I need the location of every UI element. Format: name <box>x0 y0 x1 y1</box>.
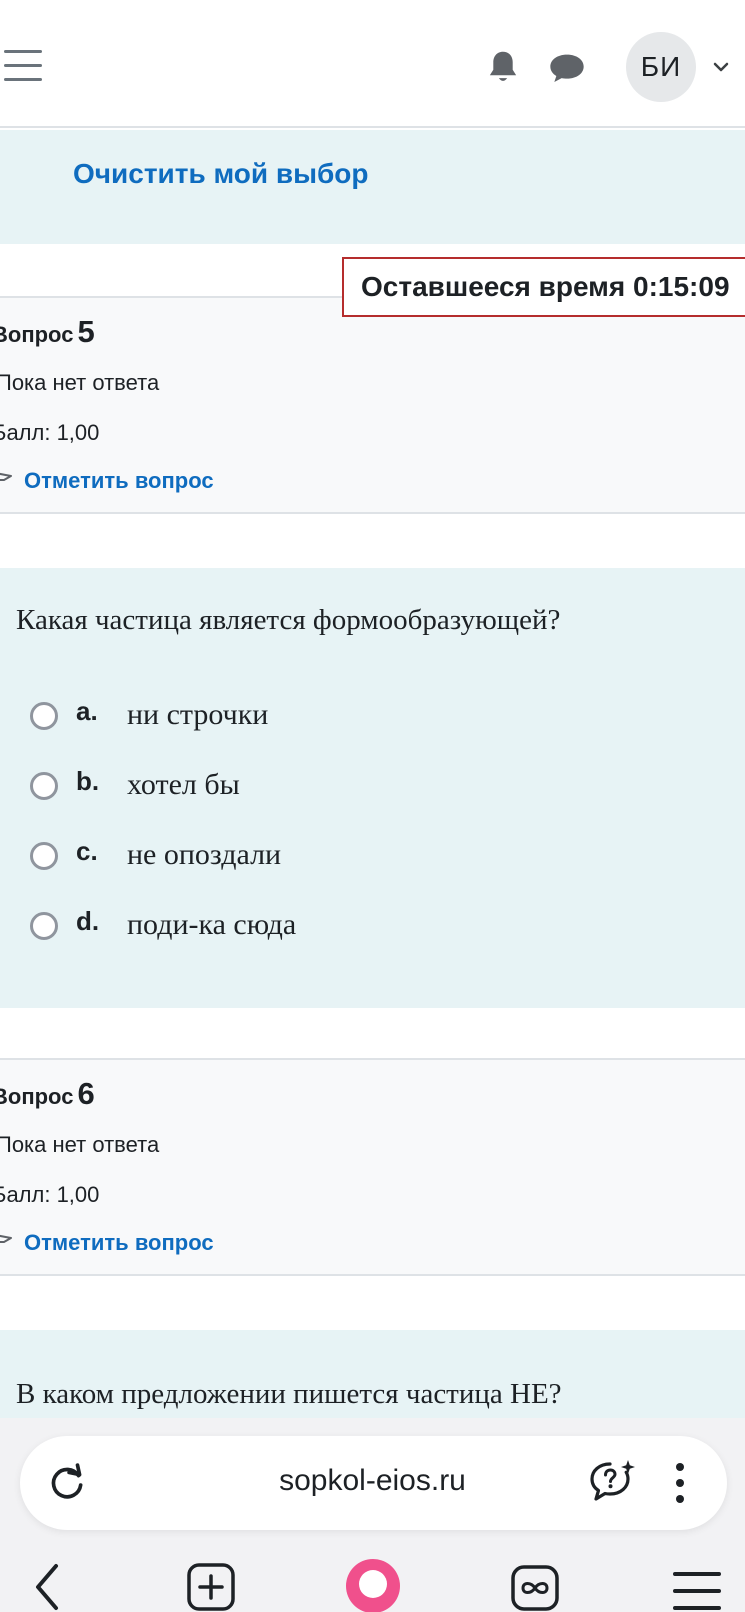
option-letter: c. <box>76 836 98 866</box>
question-title: Вопрос 5 <box>0 314 95 349</box>
user-avatar[interactable]: БИ <box>626 32 696 102</box>
flag-icon <box>0 472 12 481</box>
option-text: хотел бы <box>127 768 240 801</box>
question-info-card: Вопрос 5 Пока нет ответа Балл: 1,00 Отмет… <box>0 296 745 514</box>
more-vertical-icon[interactable] <box>666 1460 694 1506</box>
time-remaining-box: Оставшееся время 0:15:09 <box>342 257 745 317</box>
chevron-down-icon[interactable] <box>711 57 731 77</box>
question-status: Пока нет ответа <box>0 370 160 395</box>
option-letter: d. <box>76 906 100 936</box>
time-remaining-text: Оставшееся время 0:15:09 <box>361 271 730 302</box>
option-text: поди-ка сюда <box>127 908 297 941</box>
radio-button[interactable] <box>30 702 58 730</box>
alice-icon[interactable] <box>344 1556 402 1612</box>
question-title: Вопрос 6 <box>0 1076 95 1111</box>
back-icon[interactable] <box>30 1562 64 1612</box>
radio-button[interactable] <box>30 772 58 800</box>
question-number: 6 <box>77 1076 95 1111</box>
flag-icon <box>0 1234 12 1243</box>
answer-option-b[interactable]: b. хотел бы <box>30 766 550 810</box>
question-status: Пока нет ответа <box>0 1132 160 1157</box>
option-text: не опоздали <box>127 838 282 871</box>
hamburger-menu-icon[interactable] <box>4 50 42 82</box>
answer-option-c[interactable]: c. не опоздали <box>30 836 550 880</box>
tabs-icon[interactable] <box>510 1564 560 1612</box>
option-letter: b. <box>76 766 100 796</box>
question-content: В каком предложении пишется частица НЕ? <box>0 1330 745 1418</box>
question-mark: Балл: 1,00 <box>0 1182 100 1207</box>
answer-option-d[interactable]: d. поди-ка сюда <box>30 906 550 950</box>
radio-button[interactable] <box>30 842 58 870</box>
question-text: В каком предложении пишется частица НЕ? <box>16 1378 562 1410</box>
question-info-card: Вопрос 6 Пока нет ответа Балл: 1,00 Отмет… <box>0 1058 745 1276</box>
clear-my-choice-link[interactable]: Очистить мой выбор <box>73 158 369 190</box>
radio-button[interactable] <box>30 912 58 940</box>
question-content: Какая частица является формообразующей? … <box>0 568 745 1008</box>
menu-icon[interactable] <box>672 1570 722 1612</box>
assistant-icon[interactable] <box>588 1458 636 1504</box>
answer-option-a[interactable]: a. ни строчки <box>30 696 550 740</box>
question-number: 5 <box>77 314 95 349</box>
question-text: Какая частица является формообразующей? <box>16 604 561 636</box>
new-tab-icon[interactable] <box>186 1562 236 1612</box>
top-navbar: БИ <box>0 0 745 128</box>
option-letter: a. <box>76 696 98 726</box>
question-mark: Балл: 1,00 <box>0 420 100 445</box>
chat-icon[interactable] <box>548 52 586 84</box>
option-text: ни строчки <box>127 698 269 731</box>
bell-icon[interactable] <box>486 49 520 85</box>
